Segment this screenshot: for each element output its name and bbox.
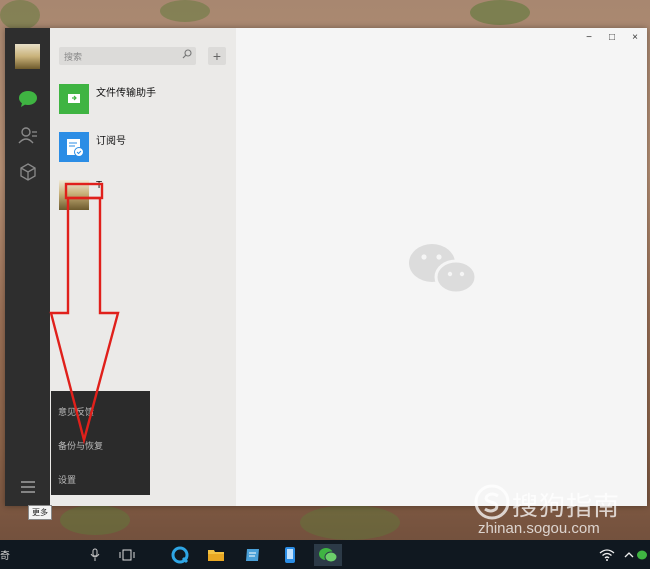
search-mic-icon[interactable] [84,544,106,566]
task-view-icon[interactable] [116,544,138,566]
phone-icon[interactable] [279,544,301,566]
taskbar-left-text: 奇 [0,551,10,562]
watermark-brand: 搜狗指南 [512,491,621,521]
taskbar: 奇 [0,540,650,569]
wechat-icon[interactable] [314,544,342,566]
sogou-watermark-icon [474,484,510,525]
tray-wechat-icon[interactable] [636,544,650,566]
notes-icon[interactable] [242,544,264,566]
watermark-url: zhinan.sogou.com [478,520,600,537]
browser-icon[interactable] [169,544,191,566]
wifi-icon[interactable] [596,544,618,566]
red-arrow-annotation [49,182,120,445]
file-explorer-icon[interactable] [205,544,227,566]
